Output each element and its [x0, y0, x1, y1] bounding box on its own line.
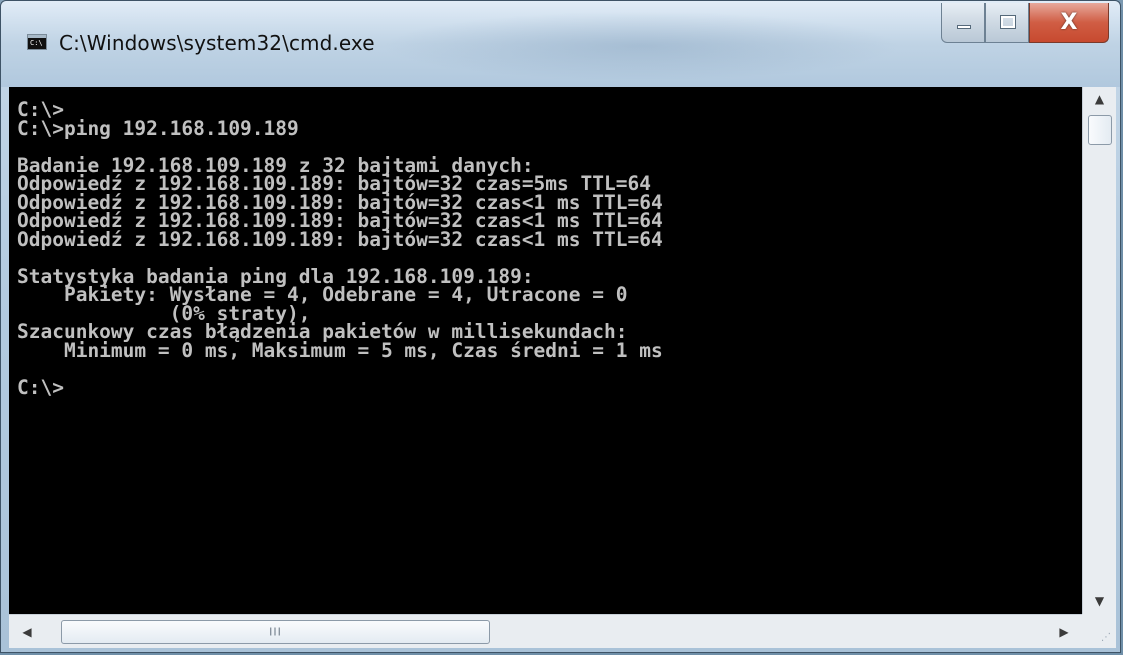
- vertical-scroll-thumb[interactable]: [1088, 115, 1112, 145]
- window-title: C:\Windows\system32\cmd.exe: [59, 31, 375, 55]
- scroll-up-icon[interactable]: ▲: [1083, 87, 1116, 112]
- maximize-icon: [1000, 15, 1016, 29]
- vertical-scrollbar[interactable]: ▲ ▼: [1082, 87, 1116, 614]
- window-controls: X: [941, 3, 1109, 43]
- scroll-right-icon[interactable]: ▶: [1050, 615, 1078, 648]
- horizontal-scroll-thumb[interactable]: III: [61, 620, 490, 644]
- scroll-left-icon[interactable]: ◀: [13, 615, 41, 648]
- title-bar-glass: [381, 11, 901, 81]
- console-icon-label: C:\: [30, 39, 43, 47]
- title-bar[interactable]: C:\ C:\Windows\system32\cmd.exe X: [1, 1, 1120, 87]
- console-output-area[interactable]: C:\> C:\>ping 192.168.109.189 Badanie 19…: [9, 87, 1082, 614]
- scroll-grip-icon: III: [269, 625, 282, 639]
- close-icon: X: [1060, 9, 1078, 35]
- scroll-down-icon[interactable]: ▼: [1083, 589, 1116, 614]
- maximize-button[interactable]: [985, 3, 1029, 43]
- horizontal-scrollbar[interactable]: ◀ III ▶: [9, 614, 1082, 648]
- console-text: C:\> C:\>ping 192.168.109.189 Badanie 19…: [17, 98, 663, 399]
- console-icon[interactable]: C:\: [27, 34, 47, 50]
- close-button[interactable]: X: [1029, 3, 1109, 43]
- minimize-icon: [957, 25, 971, 29]
- cmd-window: C:\ C:\Windows\system32\cmd.exe X C:\> C…: [0, 0, 1121, 653]
- size-grip-icon: ⋰: [1101, 632, 1111, 643]
- minimize-button[interactable]: [941, 3, 985, 43]
- size-grip[interactable]: ⋰: [1082, 614, 1116, 648]
